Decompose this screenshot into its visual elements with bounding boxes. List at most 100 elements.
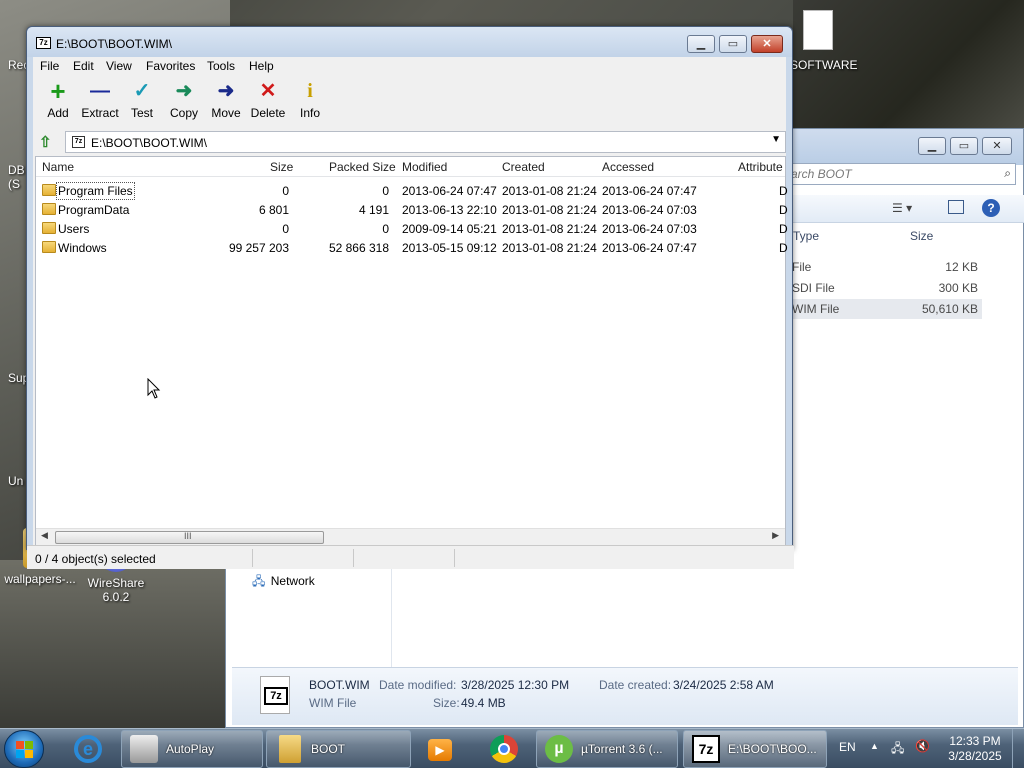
explorer-minimize-button[interactable]: ▁ [918, 137, 946, 155]
desktop-icon-software[interactable]: SOFTWARE [790, 10, 858, 75]
row-name: Windows [58, 241, 107, 255]
explorer-search-input[interactable]: arch BOOT ⌕ [786, 163, 1016, 185]
scroll-left-arrow-icon[interactable]: ◀ [41, 530, 48, 541]
list-row[interactable]: ProgramData 6 801 4 191 2013-06-13 22:10… [36, 200, 788, 219]
volume-muted-icon[interactable]: 🔇 [915, 739, 930, 753]
system-clock[interactable]: 12:33 PM 3/28/2025 [944, 734, 1006, 764]
show-desktop-button[interactable] [1012, 729, 1024, 768]
explorer-row-type: SDI File [792, 281, 835, 295]
7zip-titlebar[interactable]: 7z E:\BOOT\BOOT.WIM\ [27, 27, 792, 57]
view-options-icon[interactable]: ☰ ▾ [892, 201, 912, 215]
horizontal-scrollbar[interactable]: ◀ III ▶ [36, 528, 785, 545]
maximize-icon: ▭ [958, 140, 970, 152]
chevron-down-icon[interactable]: ▼ [771, 134, 781, 145]
minus-icon: — [90, 80, 110, 102]
col-size[interactable]: Size [270, 160, 293, 174]
desktop-icon-db-label-2[interactable]: (S [8, 177, 20, 191]
arrow-right-icon: ➜ [217, 80, 235, 102]
7z-file-icon: 7z [260, 676, 290, 714]
show-hidden-icons-icon[interactable]: ▲ [870, 741, 879, 751]
clock-time: 12:33 PM [949, 734, 1001, 748]
internet-explorer-icon[interactable]: e [72, 733, 104, 765]
desktop-icon-wireshare-label: WireShare 6.0.2 [87, 576, 145, 604]
network-icon: 🖧 [252, 574, 266, 588]
close-button[interactable]: ✕ [751, 35, 783, 53]
taskbar-item-boot[interactable]: BOOT [266, 730, 411, 768]
list-row[interactable]: Windows 99 257 203 52 866 318 2013-05-15… [36, 238, 788, 257]
row-attr: D [779, 184, 788, 198]
minimize-button[interactable]: ▁ [687, 35, 715, 53]
up-folder-icon[interactable]: ⇧ [39, 133, 57, 151]
explorer-col-size[interactable]: Size [910, 229, 933, 243]
desktop-icon-un-label[interactable]: Un [8, 474, 23, 488]
status-separator [252, 549, 253, 567]
explorer-row-size: 12 KB [945, 260, 978, 274]
details-date-modified-label: Date modified: [379, 678, 457, 692]
minimize-icon: ▁ [696, 38, 706, 50]
scroll-right-arrow-icon[interactable]: ▶ [772, 530, 779, 541]
menu-help[interactable]: Help [249, 59, 274, 73]
menu-edit[interactable]: Edit [73, 59, 94, 73]
taskbar-item-utorrent[interactable]: µ µTorrent 3.6 (... [536, 730, 678, 768]
row-size: 99 257 203 [228, 241, 289, 255]
maximize-button[interactable]: ▭ [719, 35, 747, 53]
menu-view[interactable]: View [106, 59, 132, 73]
details-filename: BOOT.WIM [309, 678, 370, 692]
mouse-cursor-icon [147, 378, 161, 399]
col-name[interactable]: Name [42, 160, 74, 174]
col-packed-size[interactable]: Packed Size [329, 160, 396, 174]
taskbar-item-7zip[interactable]: 7z E:\BOOT\BOO... [683, 730, 827, 768]
explorer-col-type[interactable]: Type [793, 229, 819, 243]
info-button[interactable]: i Info [288, 77, 332, 127]
minimize-icon: ▁ [927, 140, 937, 152]
row-packed: 4 191 [358, 203, 389, 217]
col-accessed[interactable]: Accessed [602, 160, 654, 174]
details-size: 49.4 MB [461, 696, 506, 710]
explorer-row-selected[interactable]: WIM File 50,610 KB [786, 299, 982, 319]
media-player-icon[interactable]: ▶ [424, 733, 456, 765]
7zip-window[interactable]: 7z E:\BOOT\BOOT.WIM\ ▁ ▭ ✕ File Edit Vie… [26, 26, 794, 569]
menu-tools[interactable]: Tools [207, 59, 235, 73]
details-date-created: 3/24/2025 2:58 AM [673, 678, 774, 692]
row-attr: D [779, 241, 788, 255]
status-separator [353, 549, 354, 567]
help-icon[interactable]: ? [982, 199, 1000, 217]
chrome-icon[interactable] [488, 733, 520, 765]
archive-icon: 7z [72, 136, 85, 148]
path-bar: ⇧ 7z E:\BOOT\BOOT.WIM\ ▼ [33, 130, 786, 154]
close-icon: ✕ [992, 140, 1002, 152]
7zip-app-icon: 7z [36, 37, 51, 49]
folder-icon [42, 222, 56, 234]
taskbar-item-autoplay[interactable]: AutoPlay [121, 730, 263, 768]
desktop-icon-db-label[interactable]: DB [8, 163, 25, 177]
network-status-icon[interactable]: 🖧 [891, 739, 904, 760]
col-attributes[interactable]: Attribute [738, 160, 783, 174]
explorer-maximize-button[interactable]: ▭ [950, 137, 978, 155]
list-row[interactable]: Users 0 0 2009-09-14 05:21 2013-01-08 21… [36, 219, 788, 238]
details-filetype: WIM File [309, 696, 357, 710]
explorer-row[interactable]: File 12 KB [786, 257, 982, 277]
start-button[interactable] [4, 730, 44, 768]
row-modified: 2013-06-13 22:10 [402, 203, 497, 217]
list-row[interactable]: Program Files 0 0 2013-06-24 07:47 2013-… [36, 181, 788, 200]
explorer-row[interactable]: SDI File 300 KB [786, 278, 982, 298]
explorer-close-button[interactable]: ✕ [982, 137, 1012, 155]
info-button-label: Info [299, 106, 320, 120]
nav-item-network[interactable]: 🖧 Network [252, 572, 315, 593]
menu-favorites[interactable]: Favorites [146, 59, 195, 73]
path-input[interactable]: 7z E:\BOOT\BOOT.WIM\ ▼ [65, 131, 786, 153]
preview-pane-icon[interactable] [948, 200, 964, 214]
scrollbar-thumb[interactable]: III [55, 531, 324, 544]
details-date-modified: 3/28/2025 12:30 PM [461, 678, 570, 692]
language-indicator[interactable]: EN [839, 740, 856, 754]
row-name: ProgramData [58, 203, 130, 217]
row-accessed: 2013-06-24 07:47 [602, 241, 697, 255]
row-name: Users [58, 222, 90, 236]
menu-file[interactable]: File [40, 59, 59, 73]
col-created[interactable]: Created [502, 160, 545, 174]
file-list[interactable]: Name Size Packed Size Modified Created A… [35, 156, 788, 546]
status-separator [454, 549, 455, 567]
path-text: E:\BOOT\BOOT.WIM\ [91, 136, 208, 150]
taskbar-item-7zip-label: E:\BOOT\BOO... [728, 742, 817, 756]
col-modified[interactable]: Modified [402, 160, 447, 174]
